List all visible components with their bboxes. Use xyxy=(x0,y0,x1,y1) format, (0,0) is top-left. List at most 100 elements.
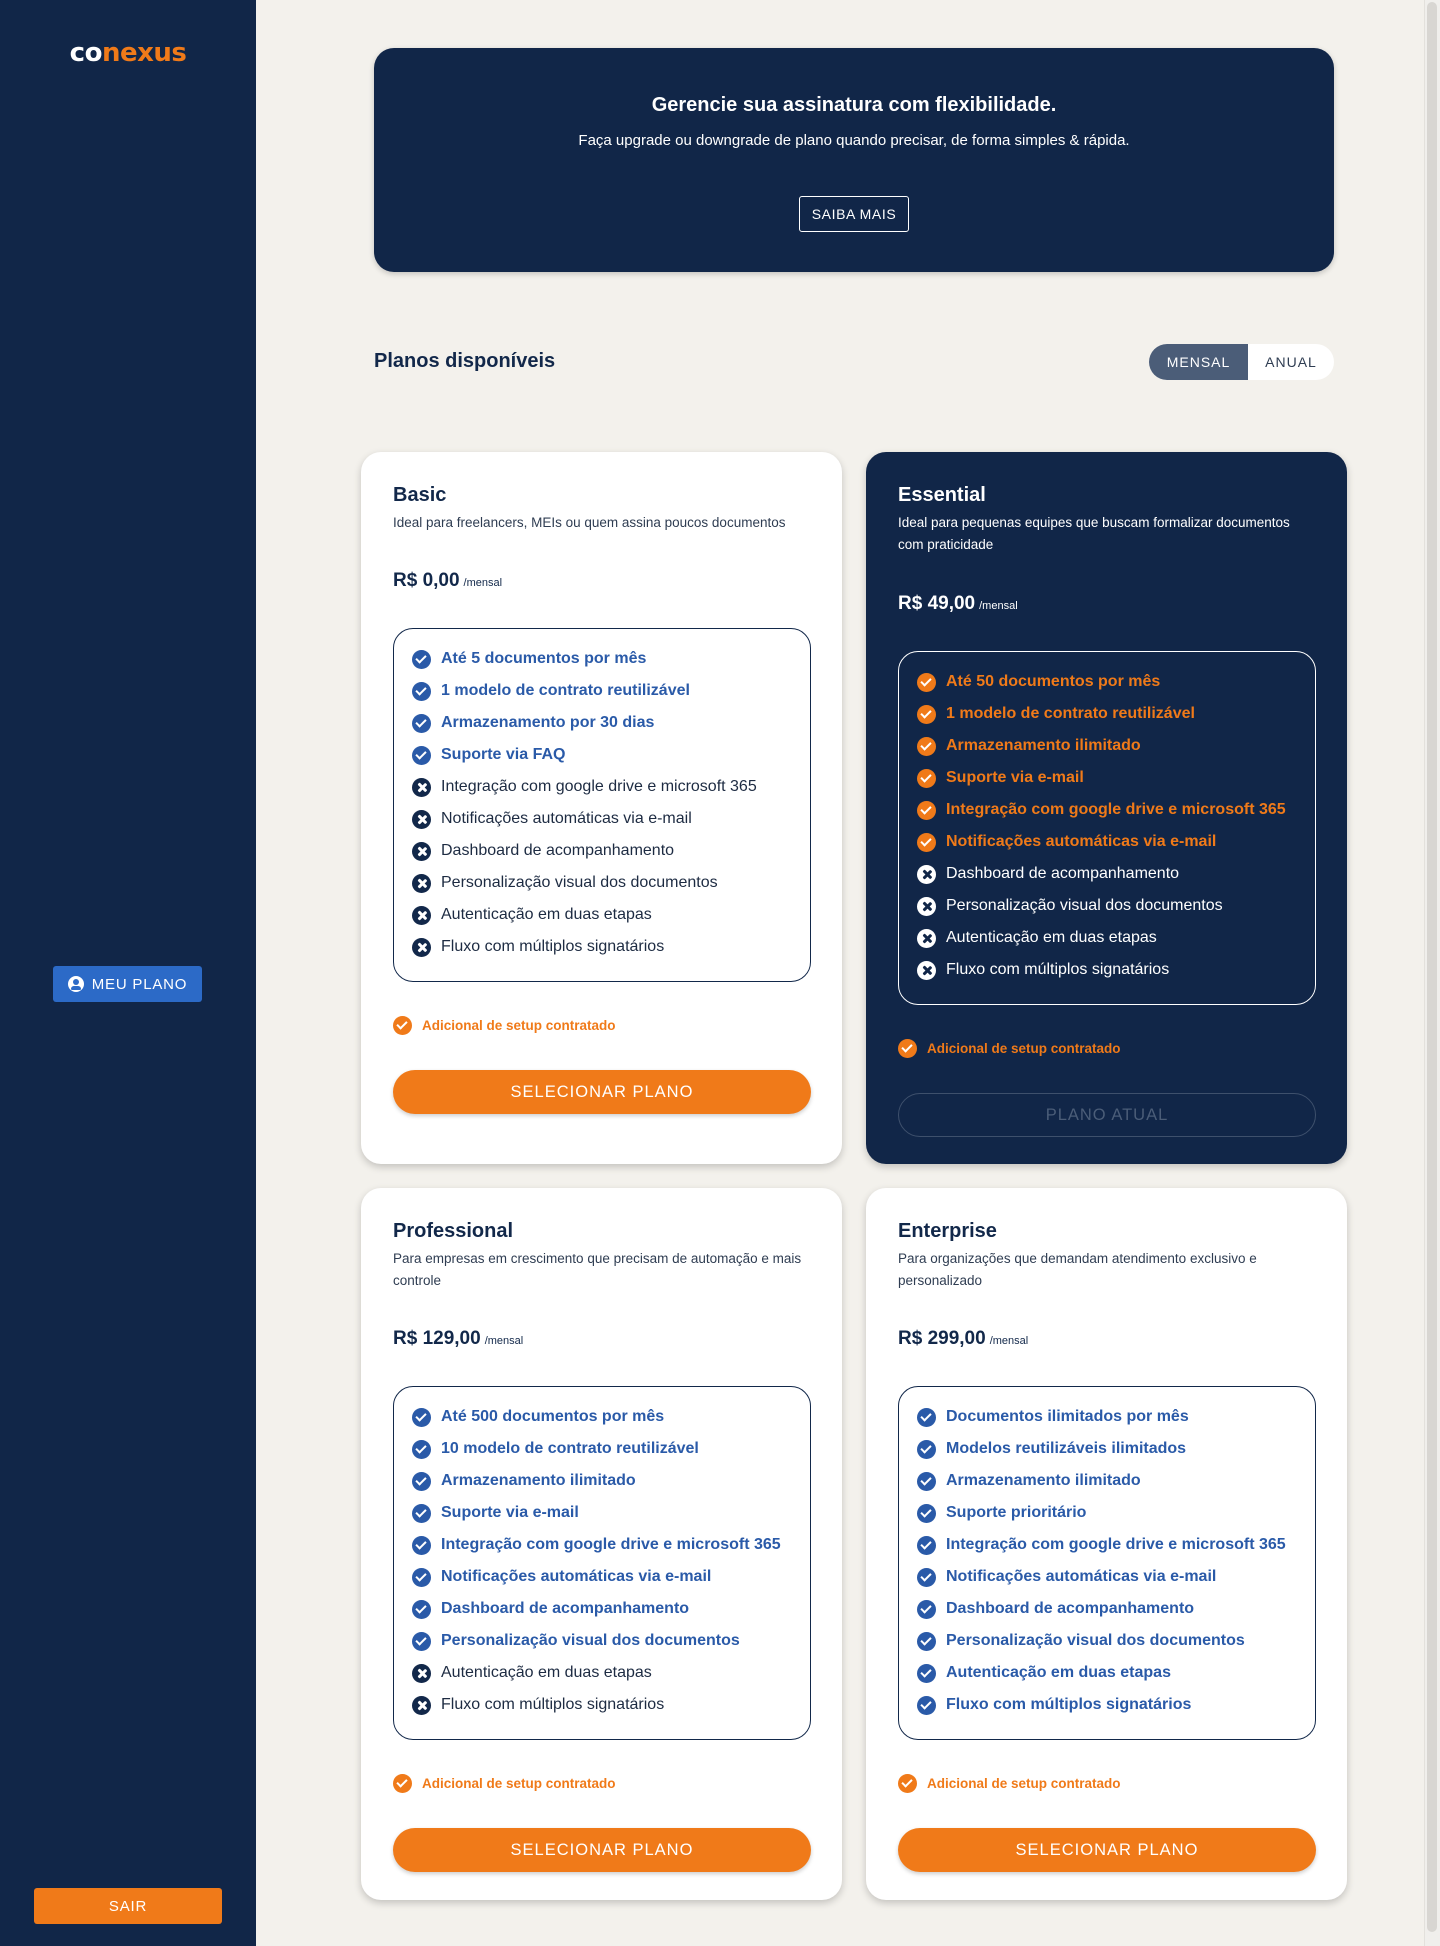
feature-text: Notificações automáticas via e-mail xyxy=(441,810,692,827)
my-plan-label: MEU PLANO xyxy=(91,975,188,993)
check-circle-icon xyxy=(917,1535,936,1555)
feature-list: Até 5 documentos por mês 1 modelo de cont… xyxy=(393,628,811,982)
feature-item: Dashboard de acompanhamento xyxy=(917,858,1315,890)
toggle-annual[interactable]: ANUAL xyxy=(1248,344,1334,380)
feature-text: Documentos ilimitados por mês xyxy=(946,1408,1189,1425)
x-circle-icon xyxy=(917,960,936,980)
feature-item: Integração com google drive e microsoft … xyxy=(917,1529,1315,1561)
plan-description: Para empresas em crescimento que precisa… xyxy=(393,1251,802,1288)
feature-list: Até 500 documentos por mês 10 modelo de c… xyxy=(393,1386,811,1740)
check-circle-icon xyxy=(917,1631,936,1651)
x-circle-icon xyxy=(412,905,431,925)
feature-item: Personalização visual dos documentos xyxy=(917,1625,1315,1657)
feature-item: Notificações automáticas via e-mail xyxy=(917,826,1315,858)
feature-text: Fluxo com múltiplos signatários xyxy=(441,938,665,955)
plan-price: R$ 49,00/mensal xyxy=(898,593,1018,615)
check-circle-icon xyxy=(917,672,936,692)
plan-price-period: /mensal xyxy=(979,600,1018,612)
select-plan-button[interactable]: SELECIONAR PLANO xyxy=(393,1070,811,1114)
x-circle-icon xyxy=(412,777,431,797)
x-circle-icon xyxy=(412,841,431,861)
feature-item: Notificações automáticas via e-mail xyxy=(412,1561,810,1593)
plan-price-value: R$ 129,00 xyxy=(393,1328,481,1349)
feature-text: Armazenamento ilimitado xyxy=(946,737,1141,754)
feature-text: Autenticação em duas etapas xyxy=(441,906,652,923)
feature-list: Até 50 documentos por mês 1 modelo de con… xyxy=(898,651,1316,1005)
feature-item: Fluxo com múltiplos signatários xyxy=(917,1689,1315,1721)
check-circle-icon xyxy=(412,1631,431,1651)
logo-part-2: nexus xyxy=(101,38,187,68)
plan-description: Para organizações que demandam atendimen… xyxy=(898,1251,1257,1288)
feature-item: Modelos reutilizáveis ilimitados xyxy=(917,1433,1315,1465)
check-circle-icon xyxy=(898,1774,917,1793)
feature-text: Dashboard de acompanhamento xyxy=(946,1600,1195,1617)
feature-text: Notificações automáticas via e-mail xyxy=(946,833,1217,850)
current-plan-button: PLANO ATUAL xyxy=(898,1093,1316,1137)
feature-text: Dashboard de acompanhamento xyxy=(441,842,675,859)
feature-text: Integração com google drive e microsoft … xyxy=(441,778,757,795)
check-circle-icon xyxy=(412,681,431,701)
feature-item: Armazenamento ilimitado xyxy=(412,1465,810,1497)
check-circle-icon xyxy=(917,1567,936,1587)
feature-item: Notificações automáticas via e-mail xyxy=(412,803,810,835)
feature-text: Até 50 documentos por mês xyxy=(946,673,1161,690)
plan-price-value: R$ 49,00 xyxy=(898,593,976,614)
account-circle-icon xyxy=(67,976,84,992)
page-scrollbar[interactable] xyxy=(1424,0,1440,1946)
feature-list: Documentos ilimitados por mês Modelos reu… xyxy=(898,1386,1316,1740)
x-circle-icon xyxy=(917,864,936,884)
feature-item: Autenticação em duas etapas xyxy=(917,922,1315,954)
plan-price-period: /mensal xyxy=(989,1335,1029,1347)
logout-button[interactable]: SAIR xyxy=(34,1888,222,1924)
check-circle-icon xyxy=(412,1503,431,1523)
feature-item: 1 modelo de contrato reutilizável xyxy=(412,675,810,707)
hero-banner: Gerencie sua assinatura com flexibilidad… xyxy=(374,48,1334,272)
plan-name: Essential xyxy=(898,484,986,506)
feature-text: Fluxo com múltiplos signatários xyxy=(946,961,1170,978)
feature-item: Até 5 documentos por mês xyxy=(412,643,810,675)
scrollbar-thumb[interactable] xyxy=(1427,2,1437,1932)
check-circle-icon xyxy=(393,1016,412,1035)
feature-text: Integração com google drive e microsoft … xyxy=(441,1536,781,1553)
select-plan-button[interactable]: SELECIONAR PLANO xyxy=(898,1828,1316,1872)
feature-item: Armazenamento por 30 dias xyxy=(412,707,810,739)
setup-note-text: Adicional de setup contratado xyxy=(422,1018,616,1033)
check-circle-icon xyxy=(412,1439,431,1459)
feature-item: Integração com google drive e microsoft … xyxy=(412,1529,810,1561)
plan-name: Basic xyxy=(393,484,447,506)
feature-item: Dashboard de acompanhamento xyxy=(917,1593,1315,1625)
feature-item: Dashboard de acompanhamento xyxy=(412,1593,810,1625)
check-circle-icon xyxy=(917,1599,936,1619)
x-circle-icon xyxy=(412,1663,431,1683)
feature-text: Dashboard de acompanhamento xyxy=(946,865,1180,882)
feature-text: 1 modelo de contrato reutilizável xyxy=(441,682,690,699)
plan-card-basic: Basic Ideal para freelancers, MEIs ou qu… xyxy=(361,452,842,1164)
check-circle-icon xyxy=(917,704,936,724)
feature-text: 10 modelo de contrato reutilizável xyxy=(441,1440,699,1457)
feature-text: Modelos reutilizáveis ilimitados xyxy=(946,1440,1187,1457)
feature-text: Suporte prioritário xyxy=(946,1504,1087,1521)
select-plan-button[interactable]: SELECIONAR PLANO xyxy=(393,1828,811,1872)
plan-description: Ideal para freelancers, MEIs ou quem ass… xyxy=(393,515,786,530)
setup-note-text: Adicional de setup contratado xyxy=(927,1041,1121,1056)
hero-title: Gerencie sua assinatura com flexibilidad… xyxy=(651,94,1057,116)
feature-text: Personalização visual dos documentos xyxy=(441,874,718,891)
check-circle-icon xyxy=(917,1471,936,1491)
check-circle-icon xyxy=(917,1503,936,1523)
feature-item: Suporte via FAQ xyxy=(412,739,810,771)
check-circle-icon xyxy=(917,1695,936,1715)
billing-period-toggle: MENSAL ANUAL xyxy=(1149,344,1334,380)
check-circle-icon xyxy=(917,1439,936,1459)
feature-item: Armazenamento ilimitado xyxy=(917,1465,1315,1497)
feature-item: Fluxo com múltiplos signatários xyxy=(917,954,1315,986)
plan-price: R$ 299,00/mensal xyxy=(898,1328,1028,1350)
toggle-monthly[interactable]: MENSAL xyxy=(1149,344,1248,380)
plan-name: Professional xyxy=(393,1220,514,1242)
check-circle-icon xyxy=(412,1567,431,1587)
feature-item: Armazenamento ilimitado xyxy=(917,730,1315,762)
feature-text: 1 modelo de contrato reutilizável xyxy=(946,705,1195,722)
plan-price: R$ 129,00/mensal xyxy=(393,1328,523,1350)
my-plan-button[interactable]: MEU PLANO xyxy=(53,966,202,1002)
logo[interactable]: conexus xyxy=(0,38,256,68)
learn-more-button[interactable]: SAIBA MAIS xyxy=(799,196,909,232)
